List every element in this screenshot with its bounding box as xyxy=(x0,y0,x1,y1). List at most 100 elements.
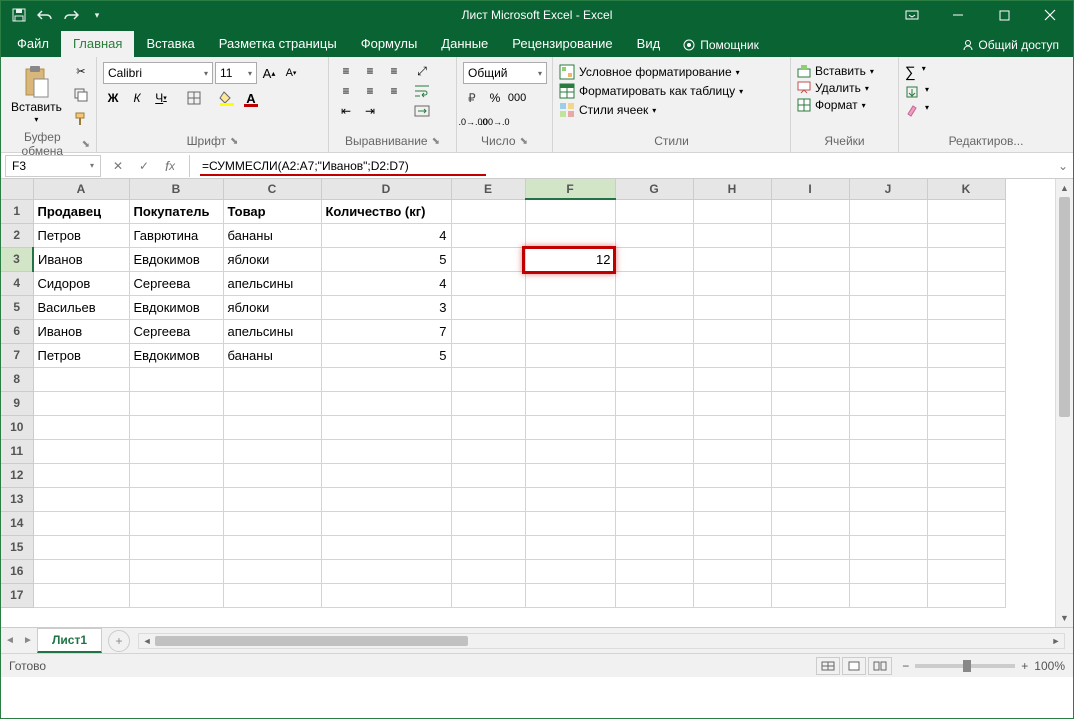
save-icon[interactable] xyxy=(7,3,31,27)
row-header-7[interactable]: 7 xyxy=(1,343,33,367)
row-header-13[interactable]: 13 xyxy=(1,487,33,511)
sheet-tab[interactable]: Лист1 xyxy=(37,628,102,653)
cell-C7[interactable]: бананы xyxy=(223,343,321,367)
cut-icon[interactable]: ✂ xyxy=(70,60,92,82)
cell-D3[interactable]: 5 xyxy=(321,247,451,271)
cell-H3[interactable] xyxy=(693,247,771,271)
cell-G8[interactable] xyxy=(615,367,693,391)
cell-C5[interactable]: яблоки xyxy=(223,295,321,319)
cell-F6[interactable] xyxy=(525,319,615,343)
cell-G12[interactable] xyxy=(615,463,693,487)
col-header-A[interactable]: A xyxy=(33,179,129,199)
cell-K3[interactable] xyxy=(927,247,1005,271)
cell-styles-button[interactable]: Стили ячеек ▾ xyxy=(559,102,784,118)
cell-B16[interactable] xyxy=(129,559,223,583)
insert-cells-button[interactable]: Вставить ▾ xyxy=(797,64,892,78)
cell-J8[interactable] xyxy=(849,367,927,391)
horizontal-scrollbar[interactable]: ◄ ► xyxy=(138,633,1065,649)
cell-G3[interactable] xyxy=(615,247,693,271)
cell-I3[interactable] xyxy=(771,247,849,271)
clipboard-launcher-icon[interactable]: ⬊ xyxy=(82,139,90,150)
cell-J11[interactable] xyxy=(849,439,927,463)
cell-H7[interactable] xyxy=(693,343,771,367)
col-header-D[interactable]: D xyxy=(321,179,451,199)
cell-B2[interactable]: Гаврютина xyxy=(129,223,223,247)
cell-C4[interactable]: апельсины xyxy=(223,271,321,295)
cell-J10[interactable] xyxy=(849,415,927,439)
col-header-J[interactable]: J xyxy=(849,179,927,199)
cell-D13[interactable] xyxy=(321,487,451,511)
col-header-K[interactable]: K xyxy=(927,179,1005,199)
align-launcher-icon[interactable]: ⬊ xyxy=(432,136,440,147)
conditional-formatting-button[interactable]: Условное форматирование ▾ xyxy=(559,64,784,80)
sheet-nav-next-icon[interactable]: ► xyxy=(19,635,37,646)
qat-customize-icon[interactable]: ▾ xyxy=(85,3,109,27)
tab-formulas[interactable]: Формулы xyxy=(349,31,430,57)
zoom-slider[interactable] xyxy=(915,664,1015,668)
cell-K2[interactable] xyxy=(927,223,1005,247)
cell-F11[interactable] xyxy=(525,439,615,463)
row-header-8[interactable]: 8 xyxy=(1,367,33,391)
cell-G4[interactable] xyxy=(615,271,693,295)
cell-K10[interactable] xyxy=(927,415,1005,439)
cell-E9[interactable] xyxy=(451,391,525,415)
row-header-17[interactable]: 17 xyxy=(1,583,33,607)
cell-E15[interactable] xyxy=(451,535,525,559)
cell-F12[interactable] xyxy=(525,463,615,487)
cell-I14[interactable] xyxy=(771,511,849,535)
cell-A10[interactable] xyxy=(33,415,129,439)
page-layout-view-icon[interactable] xyxy=(842,657,866,675)
cell-G6[interactable] xyxy=(615,319,693,343)
fill-icon[interactable] xyxy=(905,85,919,99)
cell-A1[interactable]: Продавец xyxy=(33,199,129,223)
cell-C13[interactable] xyxy=(223,487,321,511)
cell-D5[interactable]: 3 xyxy=(321,295,451,319)
cell-B12[interactable] xyxy=(129,463,223,487)
cell-F2[interactable] xyxy=(525,223,615,247)
sheet-nav-prev-icon[interactable]: ◄ xyxy=(1,635,19,646)
cell-E10[interactable] xyxy=(451,415,525,439)
cell-E1[interactable] xyxy=(451,199,525,223)
cell-I15[interactable] xyxy=(771,535,849,559)
cell-C6[interactable]: апельсины xyxy=(223,319,321,343)
align-middle-icon[interactable]: ≡ xyxy=(359,62,381,80)
scroll-thumb[interactable] xyxy=(1059,197,1070,417)
cell-E3[interactable] xyxy=(451,247,525,271)
format-cells-button[interactable]: Формат ▾ xyxy=(797,98,892,112)
add-sheet-icon[interactable]: + xyxy=(108,630,130,652)
row-header-11[interactable]: 11 xyxy=(1,439,33,463)
underline-button[interactable]: Ч▾ xyxy=(151,88,171,108)
insert-function-icon[interactable]: fx xyxy=(157,155,183,177)
orientation-icon[interactable]: ⤢ xyxy=(411,62,433,80)
cell-D6[interactable]: 7 xyxy=(321,319,451,343)
wrap-text-icon[interactable] xyxy=(411,82,433,100)
close-icon[interactable] xyxy=(1027,1,1073,29)
cell-C3[interactable]: яблоки xyxy=(223,247,321,271)
cell-E2[interactable] xyxy=(451,223,525,247)
decrease-indent-icon[interactable]: ⇤ xyxy=(335,102,357,120)
cell-A9[interactable] xyxy=(33,391,129,415)
align-bottom-icon[interactable]: ≡ xyxy=(383,62,405,80)
cell-A6[interactable]: Иванов xyxy=(33,319,129,343)
cell-C10[interactable] xyxy=(223,415,321,439)
cell-F14[interactable] xyxy=(525,511,615,535)
italic-button[interactable]: К xyxy=(127,88,147,108)
cell-B1[interactable]: Покупатель xyxy=(129,199,223,223)
align-right-icon[interactable]: ≡ xyxy=(383,82,405,100)
fill-color-icon[interactable] xyxy=(217,88,237,108)
copy-icon[interactable] xyxy=(70,84,92,106)
undo-icon[interactable] xyxy=(33,3,57,27)
tab-layout[interactable]: Разметка страницы xyxy=(207,31,349,57)
cell-F4[interactable] xyxy=(525,271,615,295)
cell-B6[interactable]: Сергеева xyxy=(129,319,223,343)
cell-B15[interactable] xyxy=(129,535,223,559)
cell-H8[interactable] xyxy=(693,367,771,391)
page-break-view-icon[interactable] xyxy=(868,657,892,675)
row-header-6[interactable]: 6 xyxy=(1,319,33,343)
cell-D4[interactable]: 4 xyxy=(321,271,451,295)
row-header-14[interactable]: 14 xyxy=(1,511,33,535)
grow-font-icon[interactable]: A▴ xyxy=(259,63,279,83)
cell-B14[interactable] xyxy=(129,511,223,535)
cell-D11[interactable] xyxy=(321,439,451,463)
cell-H6[interactable] xyxy=(693,319,771,343)
